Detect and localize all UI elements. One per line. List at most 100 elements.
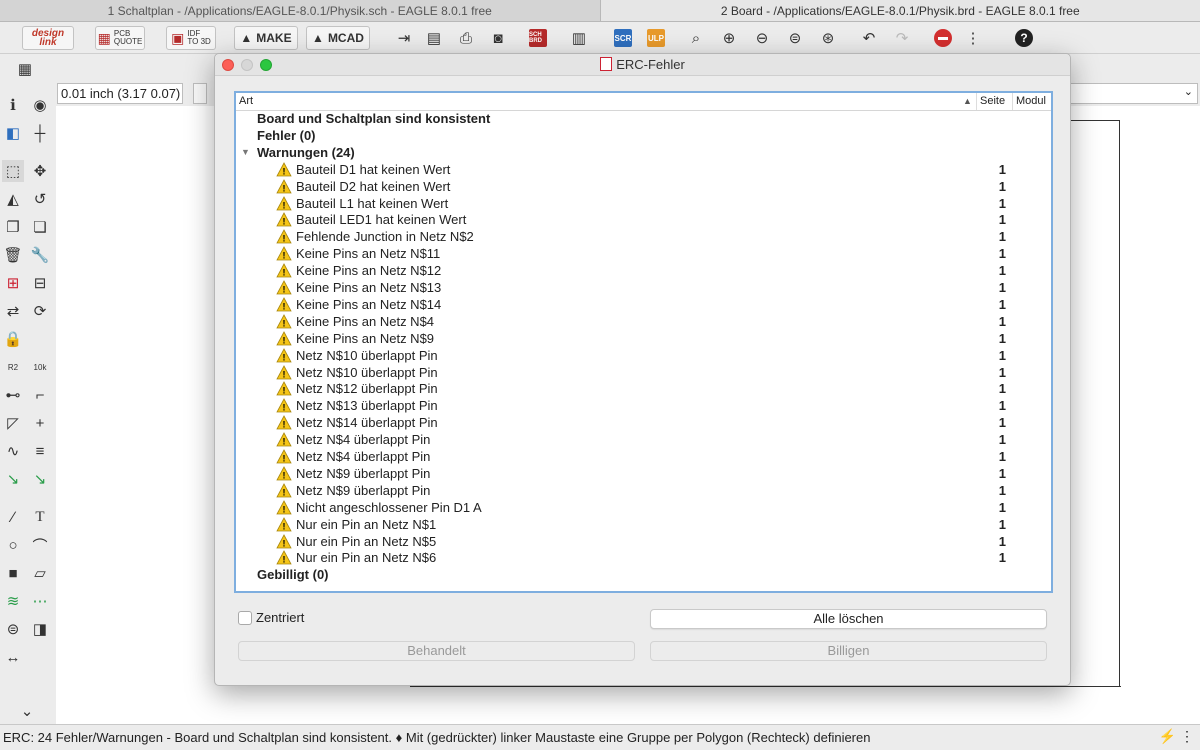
warning-row[interactable]: ! Netz N$9 überlappt Pin 1	[236, 465, 1051, 482]
warning-row[interactable]: ! Bauteil D1 hat keinen Wert 1	[236, 161, 1051, 178]
circle-icon[interactable]: ○	[2, 534, 24, 556]
warning-row[interactable]: ! Netz N$10 überlappt Pin 1	[236, 347, 1051, 364]
warning-row[interactable]: ! Keine Pins an Netz N$12 1	[236, 262, 1051, 279]
swap-icon[interactable]: ⇄	[2, 300, 24, 322]
rotate-icon[interactable]: ↺	[29, 188, 51, 210]
pcb-quote-button[interactable]: ▦ PCB QUOTE	[95, 26, 145, 50]
warning-row[interactable]: ! Netz N$13 überlappt Pin 1	[236, 397, 1051, 414]
menu-dots-icon[interactable]: ⋮	[1180, 728, 1194, 744]
maximize-window-button[interactable]	[260, 59, 272, 71]
warning-row[interactable]: ! Bauteil L1 hat keinen Wert 1	[236, 195, 1051, 212]
idf-to-3d-button[interactable]: ▣ IDF TO 3D	[166, 26, 216, 50]
warning-row[interactable]: ! Netz N$4 überlappt Pin 1	[236, 431, 1051, 448]
miter-icon[interactable]: ⌐	[29, 384, 51, 406]
make-button[interactable]: ▲ MAKE	[234, 26, 298, 50]
group-select-icon[interactable]: ⬚	[2, 160, 24, 182]
close-window-button[interactable]	[222, 59, 234, 71]
optimize-icon[interactable]: ◸	[2, 412, 24, 434]
via-icon[interactable]: ≋	[2, 590, 24, 612]
warning-row[interactable]: ! Keine Pins an Netz N$13 1	[236, 279, 1051, 296]
text-icon[interactable]: T	[29, 506, 51, 528]
align-icon[interactable]: ≡	[29, 440, 51, 462]
zoom-out-icon[interactable]: ⊖	[750, 26, 774, 50]
replace-icon[interactable]: ⊟	[29, 272, 51, 294]
export-icon[interactable]: ⇥	[392, 26, 416, 50]
print-icon[interactable]: ⎙	[454, 26, 478, 50]
warning-row[interactable]: ! Netz N$14 überlappt Pin 1	[236, 414, 1051, 431]
warning-row[interactable]: ! Keine Pins an Netz N$4 1	[236, 313, 1051, 330]
dimension-icon[interactable]: ↔	[2, 646, 24, 668]
disclosure-triangle-icon[interactable]: ▼	[241, 144, 250, 161]
zoom-select-icon[interactable]: ⊛	[816, 26, 840, 50]
ulp-icon[interactable]: ULP	[647, 29, 665, 47]
script-icon[interactable]: SCR	[614, 29, 632, 47]
errors-group-row[interactable]: Fehler (0)	[236, 127, 1051, 144]
centered-checkbox[interactable]	[238, 611, 252, 625]
line-icon[interactable]: ∕	[2, 506, 24, 528]
warning-row[interactable]: ! Keine Pins an Netz N$9 1	[236, 330, 1051, 347]
stop-icon[interactable]	[934, 29, 952, 47]
name-icon[interactable]: R2	[2, 356, 24, 378]
sch-brd-switch-icon[interactable]: SCH BRD	[529, 29, 547, 47]
coordinate-button[interactable]	[193, 83, 207, 104]
attribute-icon[interactable]: ◨	[29, 618, 51, 640]
warning-row[interactable]: ! Bauteil D2 hat keinen Wert 1	[236, 178, 1051, 195]
tab-schematic[interactable]: 1 Schaltplan - /Applications/EAGLE-8.0.1…	[0, 0, 600, 21]
go-icon[interactable]: ⋮	[961, 26, 985, 50]
eye-icon[interactable]: ◉	[29, 94, 51, 116]
warning-row[interactable]: ! Nur ein Pin an Netz N$5 1	[236, 533, 1051, 550]
minimize-window-button[interactable]	[241, 59, 253, 71]
mirror-icon[interactable]: ◭	[2, 188, 24, 210]
grid-icon[interactable]: ▦	[14, 58, 36, 80]
warning-row[interactable]: ! Keine Pins an Netz N$11 1	[236, 245, 1051, 262]
column-seite[interactable]: Seite	[976, 93, 1013, 110]
warning-row[interactable]: ! Nicht angeschlossener Pin D1 A 1	[236, 499, 1051, 516]
ripup-icon[interactable]: ↘	[29, 468, 51, 490]
signal-icon[interactable]: ⋯	[29, 590, 51, 612]
warning-row[interactable]: ! Keine Pins an Netz N$14 1	[236, 296, 1051, 313]
layers-icon[interactable]: ◧	[2, 122, 24, 144]
wrench-icon[interactable]: 🔧	[29, 244, 51, 266]
move-icon[interactable]: ✥	[29, 160, 51, 182]
warning-row[interactable]: ! Netz N$9 überlappt Pin 1	[236, 482, 1051, 499]
warning-row[interactable]: ! Netz N$12 überlappt Pin 1	[236, 380, 1051, 397]
info-icon[interactable]: ℹ	[2, 94, 24, 116]
meander-icon[interactable]: ∿	[2, 440, 24, 462]
arc-icon[interactable]: ⌒	[29, 534, 51, 556]
redo-icon[interactable]: ↷	[890, 26, 914, 50]
zoom-in-icon[interactable]: ⊕	[717, 26, 741, 50]
zoom-fit-icon[interactable]: ⌕	[684, 26, 708, 50]
warning-row[interactable]: ! Nur ein Pin an Netz N$6 1	[236, 549, 1051, 566]
warning-row[interactable]: ! Bauteil LED1 hat keinen Wert 1	[236, 211, 1051, 228]
erc-tree[interactable]: Art ▲ Seite Modul Board und Schaltplan s…	[234, 91, 1053, 593]
approve-button[interactable]: Billigen	[650, 641, 1047, 661]
column-modul[interactable]: Modul	[1012, 93, 1051, 110]
column-art[interactable]: Art	[239, 93, 253, 110]
delete-icon[interactable]: 🗑	[2, 244, 24, 266]
copy-icon[interactable]: ❐	[2, 216, 24, 238]
tab-board[interactable]: 2 Board - /Applications/EAGLE-8.0.1/Phys…	[599, 0, 1200, 21]
lock-rotate-icon[interactable]: ⟳	[29, 300, 51, 322]
design-link-button[interactable]: design link	[22, 26, 74, 50]
paste-icon[interactable]: ❏	[29, 216, 51, 238]
mark-icon[interactable]: ┼	[29, 122, 51, 144]
warning-row[interactable]: ! Netz N$4 überlappt Pin 1	[236, 448, 1051, 465]
handled-button[interactable]: Behandelt	[238, 641, 635, 661]
warning-row[interactable]: ! Nur ein Pin an Netz N$1 1	[236, 516, 1051, 533]
warnings-group-row[interactable]: ▼ Warnungen (24)	[236, 144, 1051, 161]
rectangle-icon[interactable]: ■	[2, 562, 24, 584]
route-icon[interactable]: ↘	[2, 468, 24, 490]
polygon-icon[interactable]: ▱	[29, 562, 51, 584]
hole-icon[interactable]: ⊜	[2, 618, 24, 640]
lock-icon[interactable]: 🔒	[2, 328, 24, 350]
warning-row[interactable]: ! Netz N$10 überlappt Pin 1	[236, 364, 1051, 381]
help-icon[interactable]: ?	[1015, 29, 1033, 47]
mcad-button[interactable]: ▲ MCAD	[306, 26, 370, 50]
command-combo[interactable]: ⌄	[1070, 83, 1198, 104]
warning-row[interactable]: ! Fehlende Junction in Netz N$2 1	[236, 228, 1051, 245]
value-icon[interactable]: 10k	[29, 356, 51, 378]
expand-chevrons-icon[interactable]: ⌄	[16, 700, 38, 722]
clear-all-button[interactable]: Alle löschen	[650, 609, 1047, 629]
split-icon[interactable]: ⊷	[2, 384, 24, 406]
add-icon[interactable]: ⊞	[2, 272, 24, 294]
